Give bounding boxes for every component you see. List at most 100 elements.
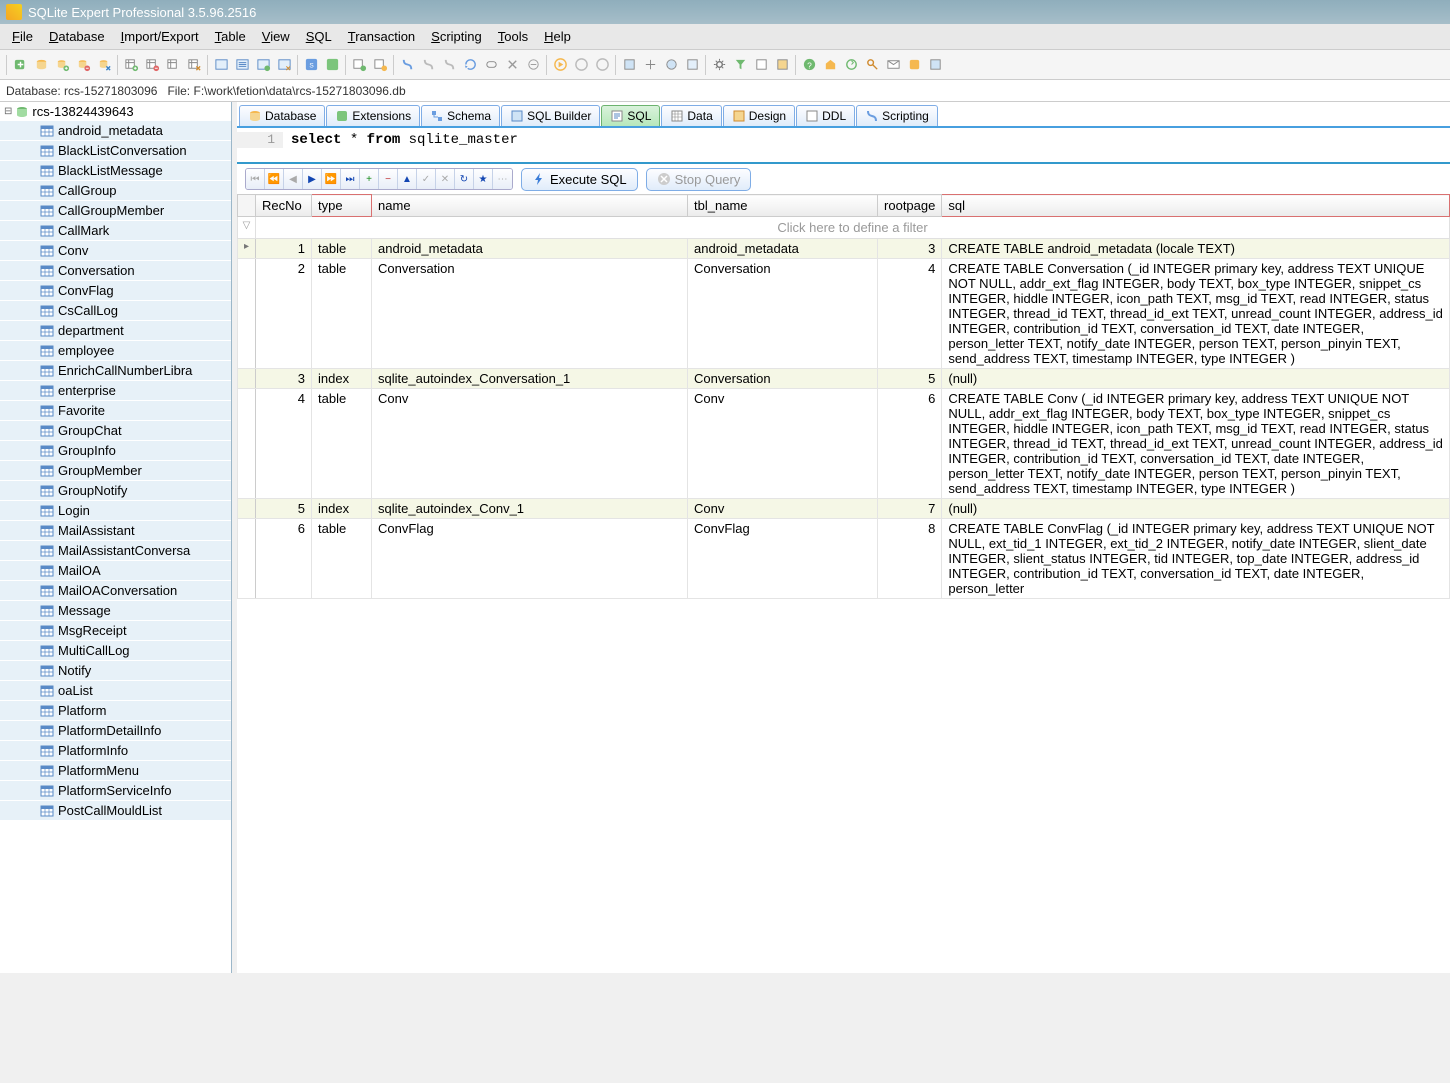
script-tool2-icon[interactable] (418, 55, 438, 75)
tab-sql-builder[interactable]: SQL Builder (501, 105, 600, 126)
tree-item-msgreceipt[interactable]: MsgReceipt (0, 621, 231, 641)
cell-sql[interactable]: CREATE TABLE ConvFlag (_id INTEGER prima… (942, 519, 1450, 599)
cell-type[interactable]: index (312, 369, 372, 389)
cell-name[interactable]: sqlite_autoindex_Conv_1 (372, 499, 688, 519)
tab-extensions[interactable]: Extensions (326, 105, 420, 126)
script-tool3-icon[interactable] (439, 55, 459, 75)
script-tool1-icon[interactable] (397, 55, 417, 75)
filter-row[interactable]: Click here to define a filter (256, 217, 1450, 239)
sql-editor[interactable]: 1 select * from sqlite_master (237, 128, 1450, 164)
cell-sql[interactable]: CREATE TABLE android_metadata (locale TE… (942, 239, 1450, 259)
nav-nextpage-icon[interactable]: ⏩ (322, 169, 341, 189)
misc-tool4-icon[interactable] (682, 55, 702, 75)
tree-item-login[interactable]: Login (0, 501, 231, 521)
menu-transaction[interactable]: Transaction (340, 26, 423, 47)
nav-edit-icon[interactable]: ▲ (398, 169, 417, 189)
tree-item-message[interactable]: Message (0, 601, 231, 621)
tree-item-postcallmouldlist[interactable]: PostCallMouldList (0, 801, 231, 821)
nav-insert-icon[interactable]: + (360, 169, 379, 189)
cell-root[interactable]: 4 (878, 259, 942, 369)
record-tool2-icon[interactable] (571, 55, 591, 75)
update-icon[interactable] (841, 55, 861, 75)
cell-sql[interactable]: (null) (942, 369, 1450, 389)
tree-item-multicalllog[interactable]: MultiCallLog (0, 641, 231, 661)
tree-item-mailoa[interactable]: MailOA (0, 561, 231, 581)
nav-extra-icon[interactable]: ⋯ (493, 169, 512, 189)
cell-recno[interactable]: 2 (256, 259, 312, 369)
tree-item-enrichcallnumberlibra[interactable]: EnrichCallNumberLibra (0, 361, 231, 381)
cell-root[interactable]: 7 (878, 499, 942, 519)
tab-schema[interactable]: Schema (421, 105, 500, 126)
cell-recno[interactable]: 5 (256, 499, 312, 519)
tree-item-platformserviceinfo[interactable]: PlatformServiceInfo (0, 781, 231, 801)
tree-item-department[interactable]: department (0, 321, 231, 341)
nav-refresh-icon[interactable]: ↻ (455, 169, 474, 189)
nav-delete-icon[interactable]: − (379, 169, 398, 189)
nav-first-icon[interactable]: ⏮ (246, 169, 265, 189)
cell-name[interactable]: sqlite_autoindex_Conversation_1 (372, 369, 688, 389)
table-row[interactable]: 4tableConvConv6CREATE TABLE Conv (_id IN… (238, 389, 1450, 499)
db-tree[interactable]: ⊟ rcs-13824439643 android_metadataBlackL… (0, 102, 232, 973)
misc-tool3-icon[interactable] (661, 55, 681, 75)
cell-type[interactable]: table (312, 389, 372, 499)
cell-root[interactable]: 8 (878, 519, 942, 599)
cell-name[interactable]: Conv (372, 389, 688, 499)
tree-item-convflag[interactable]: ConvFlag (0, 281, 231, 301)
view-tool2-icon[interactable] (232, 55, 252, 75)
tree-item-oalist[interactable]: oaList (0, 681, 231, 701)
tree-item-groupchat[interactable]: GroupChat (0, 421, 231, 441)
new-table-icon[interactable] (121, 55, 141, 75)
tree-item-enterprise[interactable]: enterprise (0, 381, 231, 401)
home-icon[interactable] (820, 55, 840, 75)
open-db-icon[interactable] (31, 55, 51, 75)
tx-rollback-icon[interactable] (370, 55, 390, 75)
new-db-icon[interactable] (10, 55, 30, 75)
tree-item-notify[interactable]: Notify (0, 661, 231, 681)
cell-tbl[interactable]: ConvFlag (688, 519, 878, 599)
nav-post-icon[interactable]: ✓ (417, 169, 436, 189)
tree-item-platformdetailinfo[interactable]: PlatformDetailInfo (0, 721, 231, 741)
tree-item-mailoaconversation[interactable]: MailOAConversation (0, 581, 231, 601)
tree-item-groupmember[interactable]: GroupMember (0, 461, 231, 481)
tree-item-blacklistmessage[interactable]: BlackListMessage (0, 161, 231, 181)
tree-item-cscalllog[interactable]: CsCallLog (0, 301, 231, 321)
cell-tbl[interactable]: Conv (688, 389, 878, 499)
cell-type[interactable]: index (312, 499, 372, 519)
tab-scripting[interactable]: Scripting (856, 105, 938, 126)
tool-x1-icon[interactable] (751, 55, 771, 75)
misc-tool1-icon[interactable] (619, 55, 639, 75)
cell-tbl[interactable]: Conversation (688, 369, 878, 389)
help-icon[interactable]: ? (799, 55, 819, 75)
tree-item-mailassistantconversa[interactable]: MailAssistantConversa (0, 541, 231, 561)
script-tool7-icon[interactable] (523, 55, 543, 75)
mail-icon[interactable] (883, 55, 903, 75)
col-rootpage[interactable]: rootpage (878, 195, 942, 217)
tab-ddl[interactable]: DDL (796, 105, 855, 126)
drop-table-icon[interactable] (142, 55, 162, 75)
col-type[interactable]: type (312, 195, 372, 217)
gear-icon[interactable] (709, 55, 729, 75)
tree-item-conv[interactable]: Conv (0, 241, 231, 261)
table-row[interactable]: 5indexsqlite_autoindex_Conv_1Conv7(null) (238, 499, 1450, 519)
nav-cancel-icon[interactable]: ✕ (436, 169, 455, 189)
nav-last-icon[interactable]: ⏭ (341, 169, 360, 189)
tree-item-platformmenu[interactable]: PlatformMenu (0, 761, 231, 781)
col-recno[interactable]: RecNo (256, 195, 312, 217)
tree-item-blacklistconversation[interactable]: BlackListConversation (0, 141, 231, 161)
record-tool1-icon[interactable] (550, 55, 570, 75)
cell-tbl[interactable]: Conversation (688, 259, 878, 369)
tree-item-callgroupmember[interactable]: CallGroupMember (0, 201, 231, 221)
stop-query-button[interactable]: Stop Query (646, 168, 752, 191)
view-tool3-icon[interactable] (253, 55, 273, 75)
nav-next-icon[interactable]: ▶ (303, 169, 322, 189)
cell-recno[interactable]: 1 (256, 239, 312, 259)
tab-design[interactable]: Design (723, 105, 795, 126)
script-tool5-icon[interactable] (481, 55, 501, 75)
tx-commit-icon[interactable] (349, 55, 369, 75)
menu-table[interactable]: Table (207, 26, 254, 47)
menu-file[interactable]: File (4, 26, 41, 47)
db-attach-icon[interactable] (52, 55, 72, 75)
col-tbl_name[interactable]: tbl_name (688, 195, 878, 217)
db-detach-icon[interactable] (73, 55, 93, 75)
cell-type[interactable]: table (312, 259, 372, 369)
